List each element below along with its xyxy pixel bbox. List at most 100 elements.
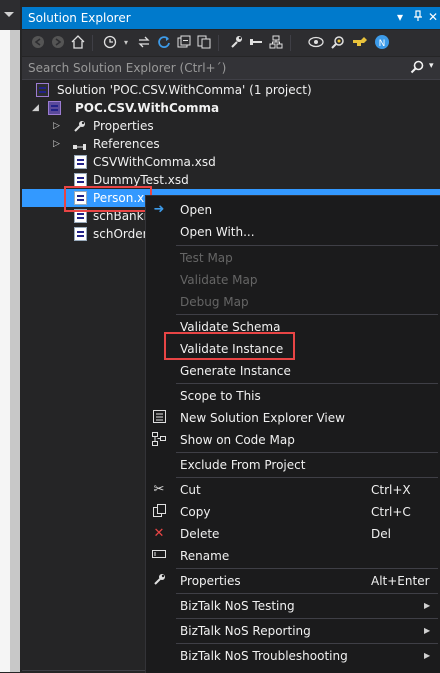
menu-label: Properties	[180, 574, 241, 588]
menu-item-exclude[interactable]: Exclude From Project	[146, 454, 440, 476]
menu-separator	[176, 643, 438, 644]
submenu-arrow-icon: ▶	[424, 601, 431, 610]
solution-label: Solution 'POC.CSV.WithComma' (1 project)	[57, 83, 312, 97]
menu-item-validate-map: Validate Map	[146, 269, 440, 291]
menu-item-properties[interactable]: Properties Alt+Enter	[146, 570, 440, 592]
menu-item-debug-map: Debug Map	[146, 291, 440, 313]
menu-label: Validate Map	[180, 273, 258, 287]
search-input[interactable]	[22, 57, 408, 79]
menu-label: BizTalk NoS Testing	[180, 599, 295, 613]
preview-icon[interactable]	[308, 34, 324, 50]
menu-label: Test Map	[180, 251, 233, 265]
editor-edge	[0, 0, 20, 672]
xsd-file-icon	[74, 173, 87, 187]
dropdown-arrow-icon[interactable]	[4, 12, 14, 17]
menu-separator	[176, 477, 438, 478]
close-icon[interactable]: ✕	[428, 10, 438, 24]
menu-item-open-with[interactable]: Open With...	[146, 221, 440, 243]
tree-item-project[interactable]: ◢ POC.CSV.WithComma	[22, 99, 440, 117]
collapsed-arrow-icon[interactable]: ▷	[53, 135, 60, 153]
editor-scrollbar[interactable]	[10, 30, 20, 672]
collapsed-arrow-icon[interactable]: ▷	[53, 117, 60, 135]
submenu-arrow-icon: ▶	[424, 626, 431, 635]
search-box: ▾	[22, 57, 440, 80]
show-all-files-icon[interactable]	[196, 34, 212, 50]
menu-item-copy[interactable]: Copy Ctrl+C	[146, 501, 440, 523]
menu-item-new-view[interactable]: New Solution Explorer View	[146, 407, 440, 429]
tree-item-references[interactable]: ▷ References	[22, 135, 440, 153]
panel-title: Solution Explorer	[28, 11, 131, 25]
svg-text:N: N	[379, 39, 386, 49]
shortcut-label: Alt+Enter	[371, 574, 430, 588]
menu-label: Delete	[180, 527, 220, 541]
menu-label: Cut	[180, 483, 201, 497]
pending-changes-icon[interactable]	[248, 34, 264, 50]
solution-icon	[36, 83, 49, 97]
menu-label: BizTalk NoS Troubleshooting	[180, 649, 348, 663]
context-menu: ➜ Open Open With... Test Map Validate Ma…	[145, 195, 440, 673]
tree-item-properties[interactable]: ▷ Properties	[22, 117, 440, 135]
menu-label: New Solution Explorer View	[180, 411, 345, 425]
menu-item-cut[interactable]: ✂ Cut Ctrl+X	[146, 479, 440, 501]
back-icon[interactable]	[30, 34, 46, 50]
shortcut-label: Ctrl+C	[371, 505, 411, 519]
search-options-icon[interactable]: ▾	[429, 61, 434, 71]
submenu-arrow-icon: ▶	[424, 651, 431, 660]
menu-label: Show on Code Map	[180, 433, 295, 447]
menu-item-rename[interactable]: Rename	[146, 545, 440, 567]
menu-separator	[176, 568, 438, 569]
menu-item-generate-instance[interactable]: Generate Instance	[146, 360, 440, 382]
menu-label: BizTalk NoS Reporting	[180, 624, 311, 638]
code-map-icon	[152, 432, 166, 448]
search-icon[interactable]	[410, 60, 424, 74]
menu-item-show-code-map[interactable]: Show on Code Map	[146, 429, 440, 451]
menu-item-open[interactable]: ➜ Open	[146, 199, 440, 221]
project-label: POC.CSV.WithComma	[75, 101, 220, 115]
editor-surface	[0, 30, 10, 672]
menu-separator	[176, 383, 438, 384]
menu-item-nos-troubleshooting[interactable]: BizTalk NoS Troubleshooting ▶	[146, 645, 440, 667]
menu-label: Copy	[180, 505, 211, 519]
menu-separator	[176, 618, 438, 619]
nos-icon[interactable]: N	[374, 34, 390, 50]
tree-item-file[interactable]: schOrder	[22, 225, 145, 243]
new-view-icon	[152, 410, 166, 426]
copy-icon	[152, 504, 166, 520]
pin-icon[interactable]	[413, 10, 423, 25]
menu-label: Debug Map	[180, 295, 249, 309]
forward-icon[interactable]	[50, 34, 66, 50]
menu-label: Open With...	[180, 225, 255, 239]
tree-item-file[interactable]: CSVWithComma.xsd	[22, 153, 440, 171]
menu-separator	[176, 593, 438, 594]
collapse-all-icon[interactable]	[176, 34, 192, 50]
menu-item-scope-to-this[interactable]: Scope to This	[146, 385, 440, 407]
class-view-icon[interactable]	[268, 34, 284, 50]
file-label: CSVWithComma.xsd	[93, 155, 216, 169]
xsd-file-icon	[74, 155, 87, 169]
panel-title-bar[interactable]: Solution Explorer ▾ ✕	[22, 7, 440, 29]
git-icon[interactable]	[352, 34, 368, 50]
menu-item-nos-testing[interactable]: BizTalk NoS Testing ▶	[146, 595, 440, 617]
project-icon	[48, 101, 61, 115]
refresh-icon[interactable]	[156, 34, 172, 50]
search-filter-icon[interactable]	[330, 34, 346, 50]
menu-item-nos-reporting[interactable]: BizTalk NoS Reporting ▶	[146, 620, 440, 642]
panel-bottom-border	[22, 670, 145, 671]
shortcut-label: Ctrl+X	[371, 483, 411, 497]
toolbar: ▾ N	[22, 30, 440, 56]
sync-icon[interactable]	[136, 34, 152, 50]
window-position-icon[interactable]: ▾	[397, 10, 403, 24]
history-dropdown-icon[interactable]: ▾	[118, 34, 134, 50]
menu-label: Rename	[180, 549, 230, 563]
properties-icon[interactable]	[228, 34, 244, 50]
expanded-arrow-icon[interactable]: ◢	[32, 99, 39, 117]
menu-separator	[176, 245, 438, 246]
highlight-box-validate-instance	[164, 332, 295, 360]
tree-item-solution[interactable]: Solution 'POC.CSV.WithComma' (1 project)	[22, 81, 440, 99]
references-label: References	[93, 137, 160, 151]
menu-item-delete[interactable]: ✕ Delete Del	[146, 523, 440, 545]
history-icon[interactable]	[102, 34, 118, 50]
home-icon[interactable]	[70, 34, 86, 50]
open-arrow-icon: ➜	[153, 202, 165, 217]
xsd-file-icon	[74, 227, 87, 241]
